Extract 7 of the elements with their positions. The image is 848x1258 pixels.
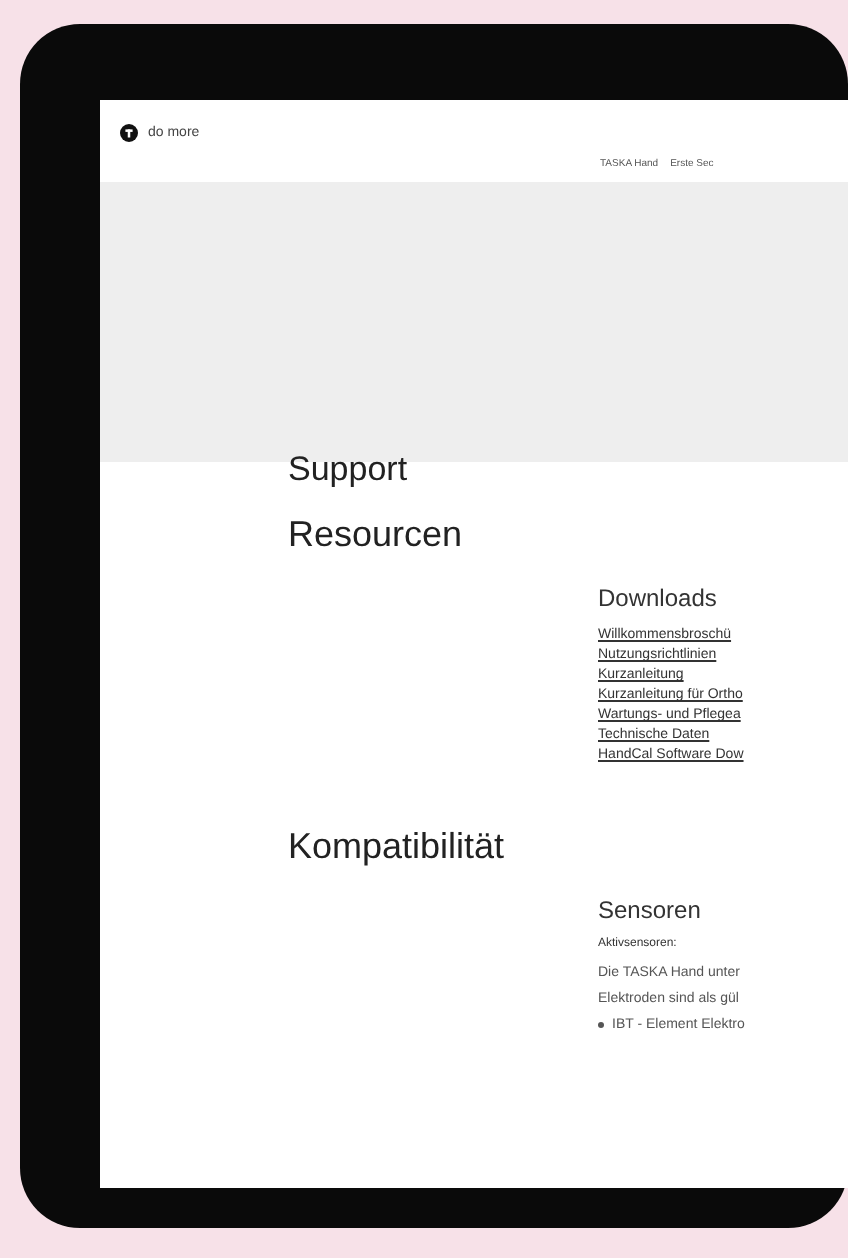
logo-icon bbox=[120, 124, 138, 142]
subsection-title: Downloads bbox=[598, 584, 719, 612]
section-title: Resourcen bbox=[288, 514, 465, 556]
section-title: Kompatibilität bbox=[288, 826, 507, 868]
bullet-icon bbox=[598, 1022, 604, 1028]
page-title: Support bbox=[288, 450, 408, 490]
subsection-title: Sensoren bbox=[598, 896, 703, 924]
